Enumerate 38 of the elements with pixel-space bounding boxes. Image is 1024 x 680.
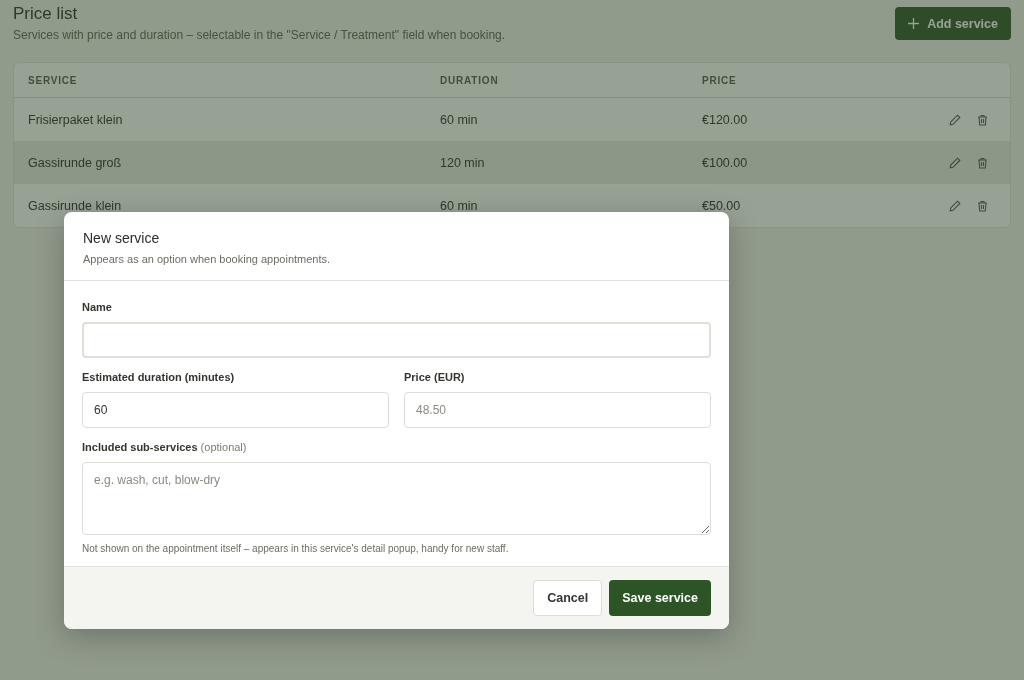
edit-icon[interactable] [949, 156, 961, 169]
dialog-title: New service [83, 230, 161, 246]
plus-icon [908, 18, 920, 29]
column-header: SERVICE [28, 74, 79, 86]
duration-cell-text: 60 min [440, 198, 479, 213]
edit-icon[interactable] [949, 199, 961, 212]
field-label: Estimated duration (minutes) [82, 371, 236, 383]
sub-services-field[interactable]: e.g. wash, cut, blow-dry [82, 462, 711, 535]
price-cell-text: €50.00 [702, 198, 742, 213]
save-button[interactable]: Save service [609, 580, 711, 616]
duration-cell-text: 120 min [440, 155, 486, 170]
dialog-subtitle: Appears as an option when booking appointments. [83, 253, 332, 265]
edit-icon[interactable] [949, 113, 961, 126]
help-text: Not shown on the appointment itself – appears in this service's detail popup, handy for new staff. [82, 543, 510, 554]
duration-field[interactable]: 60 [82, 392, 389, 428]
service-name: Gassirunde klein [28, 198, 123, 213]
delete-icon[interactable] [977, 199, 988, 212]
service-name: Frisierpaket klein [28, 112, 124, 127]
field-label: Price (EUR) [404, 371, 466, 383]
column-header: PRICE [702, 74, 738, 86]
delete-icon[interactable] [977, 156, 988, 169]
price-cell-text: €120.00 [702, 112, 749, 127]
duration-cell-text: 60 min [440, 112, 479, 127]
field-label: Name [82, 301, 113, 313]
page-title: Price list [13, 4, 79, 24]
service-name: Gassirunde groß [28, 155, 123, 170]
field-label: Included sub-services (optional) [82, 441, 248, 453]
delete-icon[interactable] [977, 113, 988, 126]
page-subtitle: Services with price and duration – selectable in the "Service / Treatment" field when booking. [13, 28, 506, 42]
cancel-button[interactable]: Cancel [533, 580, 603, 616]
column-header: DURATION [440, 74, 500, 86]
table-row[interactable]: Gassirunde groß 120 min €100.00 [14, 141, 1010, 184]
price-field[interactable]: 48.50 [404, 392, 711, 428]
price-cell-text: €100.00 [702, 155, 749, 170]
name-field[interactable] [82, 322, 711, 358]
add-service-button[interactable]: Add service [895, 7, 1011, 40]
table-row[interactable]: Frisierpaket klein 60 min €120.00 [14, 98, 1010, 141]
table-row[interactable]: Gassirunde klein 60 min €50.00 [14, 184, 1010, 227]
